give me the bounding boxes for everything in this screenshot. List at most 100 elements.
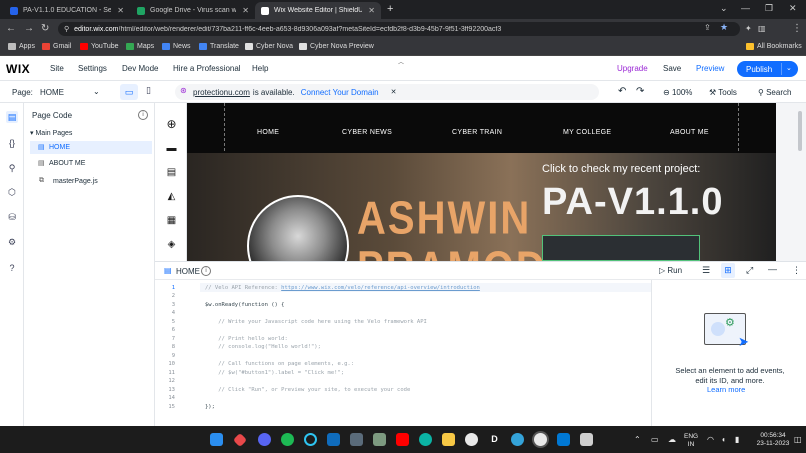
side-panel-icon[interactable]: ▥ [758, 24, 766, 33]
file-explorer-icon[interactable] [442, 433, 455, 446]
extensions-icon[interactable]: ✦ [745, 24, 752, 33]
chevron-up-icon[interactable]: ⌃ [634, 435, 641, 444]
expand-icon[interactable]: ⤢ [746, 265, 753, 276]
bookmark-gmail[interactable]: Gmail [42, 43, 71, 50]
desktop-view-icon[interactable]: ▭ [120, 84, 138, 100]
zoom-control[interactable]: ⊖ 100% [663, 88, 692, 97]
bookmark-cyber-nova[interactable]: Cyber Nova [245, 43, 293, 50]
publish-button[interactable]: Publish ⌄ [737, 61, 798, 77]
packages-icon[interactable]: ⬡ [6, 186, 18, 198]
business-tools-icon[interactable]: ◈ [166, 239, 177, 250]
add-section-icon[interactable]: ▬ [166, 143, 177, 154]
battery-icon[interactable]: ▮ [735, 435, 739, 444]
database-icon[interactable]: ⛁ [6, 211, 18, 223]
hero-project-title[interactable]: PA-V1.1.0 [542, 181, 723, 224]
close-tab-icon[interactable]: ✕ [117, 6, 124, 15]
edge-icon[interactable] [419, 433, 432, 446]
close-tab-icon[interactable]: ✕ [242, 6, 249, 15]
app-icon-red[interactable] [232, 432, 248, 448]
address-bar[interactable]: ⚲ editor.wix.com/html/editor/web/rendere… [58, 22, 740, 36]
spotify-icon[interactable] [281, 433, 294, 446]
scroll-thumb[interactable] [798, 111, 802, 151]
info-icon[interactable]: i [138, 110, 148, 120]
site-design-icon[interactable]: ◭ [166, 191, 177, 202]
app-icon-grey[interactable] [350, 433, 363, 446]
tools-button[interactable]: ⚒ Tools [709, 88, 737, 97]
forward-icon[interactable]: → [24, 23, 34, 34]
site-nav-cyber-news[interactable]: CYBER NEWS [342, 129, 392, 136]
bookmark-translate[interactable]: Translate [199, 43, 239, 50]
site-nav-cyber-train[interactable]: CYBER TRAIN [452, 129, 502, 136]
hero-name-line2[interactable]: PRAMOD [357, 243, 547, 261]
run-button[interactable]: ▷ Run [659, 266, 682, 275]
profile-photo[interactable] [247, 195, 349, 261]
language-indicator[interactable]: ENG IN [684, 433, 698, 449]
upgrade-button[interactable]: Upgrade [617, 64, 648, 73]
pages-icon[interactable]: ▤ [6, 111, 18, 123]
menu-site[interactable]: Site [50, 64, 64, 73]
menu-hire-professional[interactable]: Hire a Professional [173, 64, 241, 73]
search-code-icon[interactable]: ⚲ [6, 162, 18, 174]
site-nav-home[interactable]: HOME [257, 129, 279, 136]
preview-button[interactable]: Preview [696, 64, 724, 73]
developer-tools-icon[interactable]: ⚙ [6, 236, 18, 248]
hero-cta-text[interactable]: Click to check my recent project: [542, 163, 700, 175]
wifi-icon[interactable]: ◠ [707, 435, 714, 444]
canvas-scrollbar[interactable] [776, 103, 806, 261]
chevron-down-icon[interactable]: ⌄ [93, 87, 100, 96]
bookmark-maps[interactable]: Maps [126, 43, 154, 50]
bookmark-apps[interactable]: Apps [8, 43, 35, 50]
back-icon[interactable]: ← [6, 23, 16, 34]
youtube-icon[interactable] [396, 433, 409, 446]
menu-dev-mode[interactable]: Dev Mode [122, 64, 158, 73]
events-panel-icon[interactable]: ⊞ [721, 263, 735, 278]
mobile-view-icon[interactable]: ▯ [146, 85, 151, 96]
close-tab-icon[interactable]: ✕ [368, 6, 375, 15]
browser-tab-2[interactable]: Google Drive - Virus scan warni ✕ [131, 2, 255, 19]
code-files-icon[interactable]: {} [6, 137, 18, 149]
cortana-icon[interactable] [304, 433, 317, 446]
menu-help[interactable]: Help [252, 64, 268, 73]
properties-panel-icon[interactable]: ☰ [702, 265, 710, 276]
reload-icon[interactable]: ↻ [41, 23, 49, 34]
save-button[interactable]: Save [663, 64, 681, 73]
project-preview-image[interactable] [542, 235, 700, 261]
redo-icon[interactable]: ↷ [636, 86, 644, 97]
notifications-icon[interactable]: ◫ [794, 435, 802, 444]
all-bookmarks[interactable]: All Bookmarks [746, 43, 802, 50]
site-info-icon[interactable]: ⚲ [64, 25, 69, 33]
share-icon[interactable]: ⇪ [704, 23, 711, 32]
close-window-icon[interactable]: ✕ [789, 3, 797, 14]
add-elements-icon[interactable]: ⊕ [166, 118, 177, 130]
velo-reference-link[interactable]: https://www.wix.com/velo/reference/api-o… [281, 285, 480, 291]
minimize-icon[interactable]: — [741, 3, 750, 13]
more-options-icon[interactable]: ⋮ [792, 265, 801, 276]
telegram-icon[interactable] [511, 433, 524, 446]
help-icon[interactable]: ? [6, 262, 18, 274]
windows-start-icon[interactable] [210, 433, 223, 446]
add-apps-icon[interactable]: ▦ [166, 215, 177, 226]
tab-search-icon[interactable]: ⌄ [720, 3, 728, 14]
chrome-active-icon[interactable] [534, 433, 547, 446]
connect-domain-link[interactable]: Connect Your Domain [301, 88, 379, 97]
undo-icon[interactable]: ↶ [618, 86, 626, 97]
page-item-home[interactable]: ▤ HOME [30, 141, 152, 154]
bookmark-news[interactable]: News [162, 43, 191, 50]
page-selector[interactable]: HOME [40, 88, 64, 97]
site-nav-about-me[interactable]: ABOUT ME [670, 129, 709, 136]
bookmark-youtube[interactable]: YouTube [80, 43, 119, 50]
main-pages-group[interactable]: ▾ Main Pages [30, 129, 72, 137]
browser-tab-3[interactable]: Wix Website Editor | ShieldU ✕ [255, 2, 381, 19]
hero-name-line1[interactable]: ASHWIN [357, 193, 531, 245]
pages-menus-icon[interactable]: ▤ [166, 167, 177, 178]
hero-section[interactable]: Click to check my recent project: PA-V1.… [187, 153, 776, 261]
site-canvas[interactable]: HOME CYBER NEWS CYBER TRAIN MY COLLEGE A… [187, 103, 776, 261]
master-page-item[interactable]: ⧉ masterPage.js [30, 175, 152, 188]
cloud-icon[interactable]: ☁ [668, 435, 676, 444]
browser-tab-1[interactable]: PA-V1.1.0 EDUCATION - Secure ✕ [4, 2, 130, 19]
bookmark-star-icon[interactable]: ★ [720, 22, 728, 33]
maximize-icon[interactable]: ❐ [765, 3, 773, 14]
chevron-down-icon[interactable]: ⌄ [786, 64, 792, 72]
minimize-panel-icon[interactable]: — [768, 264, 777, 274]
chrome-icon[interactable] [465, 433, 478, 446]
